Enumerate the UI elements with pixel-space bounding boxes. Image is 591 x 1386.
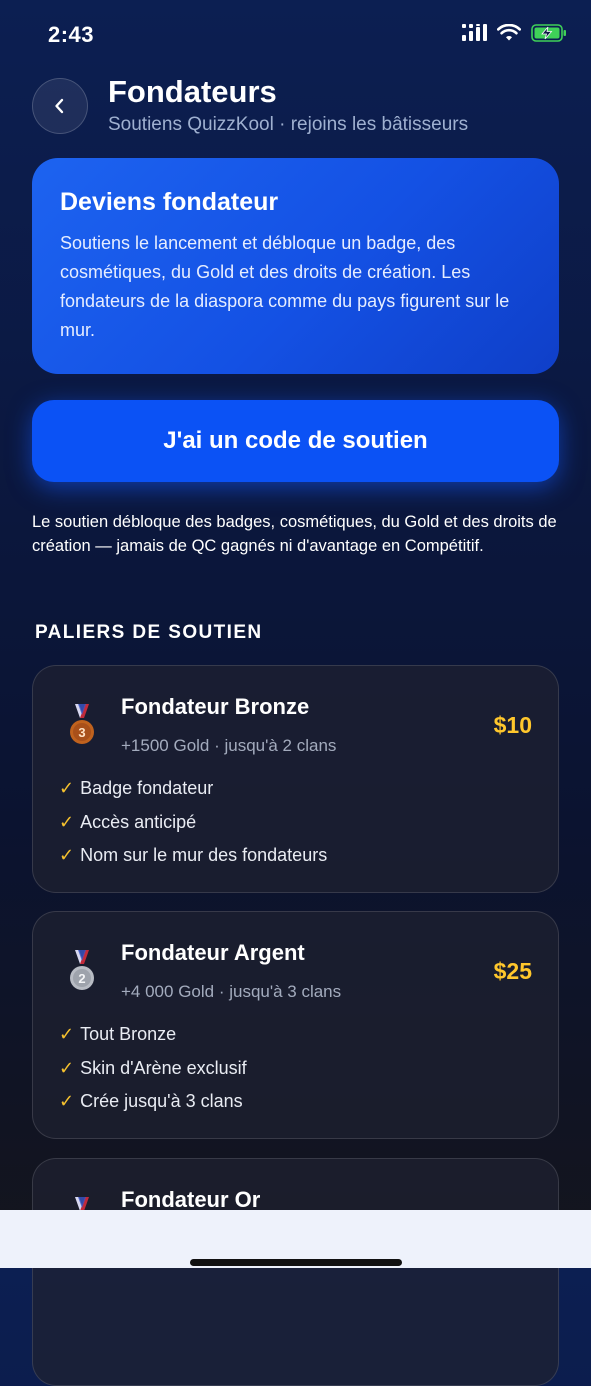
silver-medal-icon: 2 [70,950,94,990]
wifi-icon [497,24,521,41]
perk-label: Skin d'Arène exclusif [80,1057,247,1078]
perk-item: ✓ Tout Bronze [59,1022,247,1056]
perk-label: Crée jusqu'à 3 clans [80,1091,243,1111]
tier-price: $25 [493,958,532,984]
tier-perks: ✓ Badge fondateur ✓ Accès anticipé ✓ Nom su… [59,776,327,877]
check-icon: ✓ [59,778,75,798]
tier-card-silver[interactable]: 2 Fondateur Argent +4 000 Gold · jusqu'à… [32,911,559,1139]
silver-medal-number: 2 [78,971,85,986]
support-disclaimer: Le soutien débloque des badges, cosmétiq… [32,513,557,555]
tier-name: Fondateur Argent [121,940,305,965]
hero-title: Deviens fondateur [60,188,279,216]
check-icon: ✓ [59,811,75,832]
perk-item: ✓ Crée jusqu'à 3 clans [59,1089,247,1123]
perk-label: Accès anticipé [80,811,197,832]
status-bar: 2:43 [0,0,591,70]
perk-label: Tout Bronze [80,1024,177,1044]
perk-item: ✓ Nom sur le mur des fondateurs [59,843,327,877]
status-icons [461,24,567,42]
page-subtitle: Soutiens QuizzKool · rejoins les bâtisse… [108,114,469,135]
signal-icon [462,24,487,41]
check-icon: ✓ [59,1057,75,1078]
battery-charging-icon [531,24,566,42]
tier-price: $10 [493,712,532,738]
perk-label: Nom sur le mur des fondateurs [80,845,328,865]
section-title: PALIERS DE SOUTIEN [35,622,263,643]
back-chevron-icon [55,98,64,114]
support-code-button[interactable]: J'ai un code de soutien [32,400,559,482]
tier-perks: ✓ Tout Bronze ✓ Skin d'Arène exclusif ✓ Cré… [59,1022,247,1123]
bronze-medal-icon: 3 [70,704,94,744]
tier-card-gold[interactable]: Fondateur Or [32,1158,559,1386]
tier-name: Fondateur Bronze [121,694,310,719]
founder-hero-card: Deviens fondateur Soutiens le lancement … [32,158,559,374]
perk-item: ✓ Skin d'Arène exclusif [59,1056,247,1090]
page-title: Fondateurs [108,74,277,109]
bronze-medal-number: 3 [78,725,85,740]
status-time: 2:43 [48,22,95,47]
check-icon: ✓ [59,1091,75,1111]
check-icon: ✓ [59,1024,75,1044]
hero-text: Soutiens le lancement et débloque un bad… [60,233,510,340]
check-icon: ✓ [59,845,75,865]
tier-meta: +1500 Gold · jusqu'à 2 clans [121,736,337,755]
header: Fondateurs Soutiens QuizzKool · rejoins … [32,74,559,138]
perk-item: ✓ Accès anticipé [59,810,327,844]
perk-item: ✓ Badge fondateur [59,776,327,810]
tier-meta: +4 000 Gold · jusqu'à 3 clans [121,982,342,1001]
back-button[interactable] [32,78,88,134]
perk-label: Badge fondateur [80,778,214,798]
tier-card-bronze[interactable]: 3 Fondateur Bronze +1500 Gold · jusqu'à … [32,665,559,893]
home-indicator[interactable] [190,1259,402,1266]
